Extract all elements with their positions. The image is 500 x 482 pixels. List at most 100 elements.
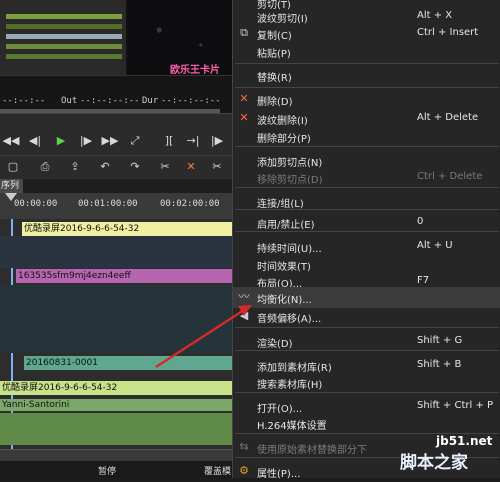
play-icon[interactable]: ▶ <box>52 133 70 149</box>
menu-item-label: 波纹删除(I) <box>257 116 308 127</box>
delete-icon: ✕ <box>239 92 249 105</box>
redo-icon[interactable]: ↷ <box>126 159 144 175</box>
ripple-delete-icon: ✕ <box>239 111 249 124</box>
status-pause: 暂停 <box>98 467 117 477</box>
properties-icon: ⚙ <box>239 464 249 477</box>
menu-item-delete[interactable]: ✕ 删除(D) <box>233 89 500 110</box>
menu-item-replace[interactable]: 替换(R) <box>233 65 500 86</box>
menu-item-h264-settings[interactable]: H.264媒体设置 <box>233 413 500 434</box>
menu-separator <box>235 350 499 351</box>
menu-item-shortcut: 0 <box>417 216 424 227</box>
status-bar: 暂停 覆盖模 <box>0 461 232 478</box>
menu-separator <box>235 63 499 64</box>
menu-item-enable-disable[interactable]: 启用/禁止(E) 0 <box>233 212 500 233</box>
sequence-tabbar <box>0 179 232 193</box>
menu-separator <box>235 146 499 147</box>
menu-item-remove-cut-point: 移除剪切点(D) Ctrl + Delete <box>233 167 500 188</box>
in-value: --:--:-- <box>2 96 46 106</box>
equalize-icon: 〰 <box>238 290 250 303</box>
menu-item-equalize[interactable]: 〰均衡化(N)... <box>233 287 500 308</box>
audio-clip-1[interactable]: 优酷录屏2016-9-6-6-54-32 <box>0 381 234 395</box>
undo-icon[interactable]: ↶ <box>96 159 114 175</box>
menu-separator <box>235 87 499 88</box>
audio-clip-2[interactable]: Yanni-Santorini <box>0 399 234 411</box>
menu-item-label: 音频偏移(A)... <box>257 314 322 325</box>
menu-item-render[interactable]: 渲染(D) Shift + G <box>233 331 500 352</box>
video-clip-3[interactable]: 20160831-0001 <box>24 356 234 370</box>
menu-item-label: 使用原始素材替换部分下 <box>257 445 367 456</box>
menu-item-shortcut: Shift + Ctrl + P <box>417 400 494 411</box>
menu-item-shortcut: Alt + X <box>417 10 453 21</box>
copy-icon: ⧉ <box>240 26 248 39</box>
timeline-tracks: 优酷录屏2016-9-6-6-54-32 163535sfm9mj4ezn4ee… <box>0 219 234 449</box>
menu-item-shortcut: Ctrl + Insert <box>417 27 479 38</box>
menu-item-audio-offset[interactable]: ◀ 音频偏移(A)... <box>233 306 500 327</box>
menu-separator <box>235 209 499 210</box>
menu-item-label: 连接/组(L) <box>257 199 304 210</box>
menu-item-label: 持续时间(U)... <box>257 244 322 255</box>
menu-item-shortcut: Ctrl + Delete <box>417 171 483 182</box>
step-forward-icon[interactable]: |▶ <box>77 133 95 149</box>
menu-item-shortcut: Alt + Delete <box>417 112 479 123</box>
menu-item-label: 复制(C) <box>257 31 292 42</box>
video-clip-2[interactable]: 163535sfm9mj4ezn4eeff <box>16 269 234 283</box>
ruler-tick-1: 00:01:00:00 <box>78 199 138 209</box>
timecode-bar: --:--:-- Out --:--:--:-- Dur --:--:--:-- <box>0 75 232 114</box>
dur-label: Dur <box>142 96 159 106</box>
menu-separator <box>235 231 499 232</box>
out-label: Out <box>61 96 78 106</box>
loop-icon[interactable]: ⤢ <box>126 133 144 149</box>
menu-item-label: 渲染(D) <box>257 339 293 350</box>
menu-item-shortcut: Alt + U <box>417 240 453 251</box>
replace-icon: ⇆ <box>239 440 249 453</box>
rewind-icon[interactable]: ◀◀ <box>2 133 20 149</box>
cut-tool-icon[interactable]: ✂ <box>156 159 174 175</box>
audio-offset-icon: ◀ <box>239 309 249 322</box>
mark-in-icon[interactable]: ][ <box>160 133 178 149</box>
track-gap <box>0 236 232 268</box>
new-icon[interactable]: ▢ <box>4 159 22 175</box>
menu-item-shortcut: F7 <box>417 275 430 286</box>
video-clip-1[interactable]: 优酷录屏2016-9-6-6-54-32 <box>22 222 234 236</box>
step-back-icon[interactable]: ◀| <box>26 133 44 149</box>
menu-separator <box>235 187 499 188</box>
dur-value: --:--:--:-- <box>161 96 221 106</box>
menu-separator <box>235 392 499 393</box>
fast-forward-icon[interactable]: ▶▶ <box>101 133 119 149</box>
preview-area: 欧乐王卡片 <box>0 0 232 76</box>
menu-item-label: 移除剪切点(D) <box>257 175 323 186</box>
menu-item-label: 均衡化(N)... <box>257 295 312 306</box>
menu-item-label: H.264媒体设置 <box>257 421 327 432</box>
site-watermark: jb51.net 脚本之家 <box>396 434 496 474</box>
ruler-tick-2: 00:02:00:00 <box>160 199 220 209</box>
menu-separator <box>235 327 499 328</box>
sequence-tab[interactable]: 序列1 <box>0 179 23 205</box>
ruler-tick-0: 00:00:00 <box>14 199 58 209</box>
delete-tool-icon[interactable]: ✕ <box>182 159 200 175</box>
ripple-delete-tool-icon[interactable]: ✂ <box>208 159 226 175</box>
menu-item-search-bin[interactable]: 搜索素材库(H) <box>233 372 500 393</box>
preview-watermark: 欧乐王卡片 <box>170 65 220 76</box>
export-icon[interactable]: ⇪ <box>66 159 84 175</box>
timeline-ruler[interactable]: 00:00:00 00:01:00:00 00:02:00:00 <box>0 193 232 220</box>
out-value: --:--:--:-- <box>80 96 140 106</box>
menu-item-label: 搜索素材库(H) <box>257 380 323 391</box>
context-menu: 剪切(T) 波纹剪切(I) Alt + X ⧉ 复制(C) Ctrl + Insert… <box>232 0 500 480</box>
menu-item-label: 删除部分(P) <box>257 134 311 145</box>
mark-out-icon[interactable]: →| <box>184 133 202 149</box>
menu-item-shortcut: Shift + B <box>417 359 462 370</box>
transport-bar: ◀◀ ◀| ▶ |▶ ▶▶ ⤢ ][ →| |▶ <box>0 113 232 156</box>
watermark-name: 脚本之家 <box>400 453 468 473</box>
menu-item-paste[interactable]: 粘贴(P) <box>233 41 500 62</box>
audio-waveform <box>0 413 232 445</box>
menu-item-label: 替换(R) <box>257 73 292 84</box>
watermark-domain: jb51.net <box>436 434 493 448</box>
edit-toolbar: ▢ ⎙ ⇪ ↶ ↷ ✂ ✕ ✂ <box>0 155 232 180</box>
jump-icon[interactable]: |▶ <box>208 133 226 149</box>
source-panel <box>0 0 126 75</box>
menu-item-shortcut: Shift + G <box>417 335 463 346</box>
save-icon[interactable]: ⎙ <box>36 159 54 175</box>
menu-item-delete-part[interactable]: 删除部分(P) <box>233 126 500 147</box>
playhead-icon[interactable] <box>5 193 17 201</box>
menu-item-label: 启用/禁止(E) <box>257 220 315 231</box>
